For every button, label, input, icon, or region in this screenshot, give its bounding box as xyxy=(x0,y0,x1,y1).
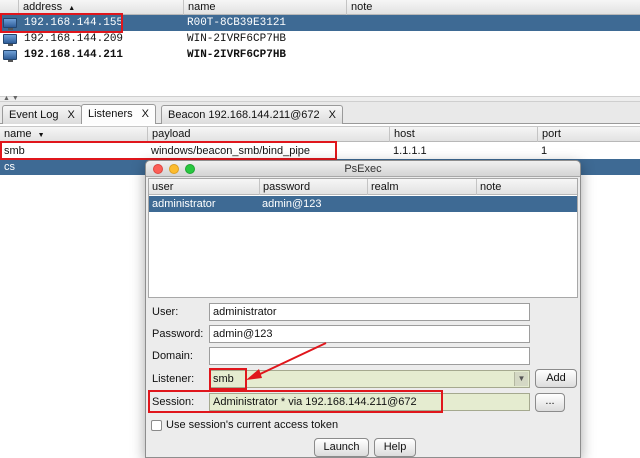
close-icon[interactable]: X xyxy=(68,109,75,121)
tab-bar: Event Log X Listeners X Beacon 192.168.144… xyxy=(0,102,640,124)
target-name: WIN-2IVRF6CP7HB xyxy=(187,49,287,61)
sort-descending-icon: ▼ xyxy=(37,132,45,139)
close-icon[interactable]: X xyxy=(329,109,336,121)
target-name: WIN-2IVRF6CP7HB xyxy=(187,33,287,45)
column-note[interactable]: note xyxy=(346,0,640,15)
target-address: 192.168.144.209 xyxy=(24,33,124,45)
column-name[interactable]: name ▼ xyxy=(0,127,147,142)
column-name[interactable]: name xyxy=(183,0,346,15)
target-row[interactable]: 192.168.144.209 WIN-2IVRF6CP7HB xyxy=(0,31,640,47)
tab-event-log[interactable]: Event Log X xyxy=(2,105,82,124)
tab-label: Beacon 192.168.144.211@672 xyxy=(168,109,320,121)
splitter-grip-icon[interactable]: ▲ ▼ xyxy=(3,95,19,102)
tab-listeners[interactable]: Listeners X xyxy=(81,104,156,124)
listener-port: 1 xyxy=(541,145,548,157)
column-address-label: address xyxy=(23,1,63,13)
psexec-dialog: PsExec user password realm note administ… xyxy=(145,160,581,458)
listener-host: 1.1.1.1 xyxy=(393,145,427,157)
targets-table: address ▲ name note 192.168.144.155 R00T… xyxy=(0,0,640,96)
listeners-header: name ▼ payload host port xyxy=(0,126,640,142)
tab-label: Listeners xyxy=(88,108,133,120)
close-icon[interactable]: X xyxy=(142,108,149,120)
highlight-box-target xyxy=(0,13,123,33)
target-address: 192.168.144.211 xyxy=(24,49,124,61)
column-payload[interactable]: payload xyxy=(147,127,389,142)
computer-icon xyxy=(3,34,17,46)
column-host[interactable]: host xyxy=(389,127,537,142)
highlight-box-listener xyxy=(0,141,337,160)
column-port[interactable]: port xyxy=(537,127,640,142)
tab-label: Event Log xyxy=(9,109,59,121)
listener-name: cs xyxy=(4,161,15,173)
column-name-label: name xyxy=(4,128,32,140)
computer-icon xyxy=(3,50,17,62)
tab-beacon[interactable]: Beacon 192.168.144.211@672 X xyxy=(161,105,343,124)
sort-ascending-icon: ▲ xyxy=(68,5,76,12)
annotation-arrow-icon xyxy=(246,342,327,380)
target-name: R00T-8CB39E3121 xyxy=(187,17,287,29)
target-row[interactable]: 192.168.144.211 WIN-2IVRF6CP7HB xyxy=(0,47,640,63)
